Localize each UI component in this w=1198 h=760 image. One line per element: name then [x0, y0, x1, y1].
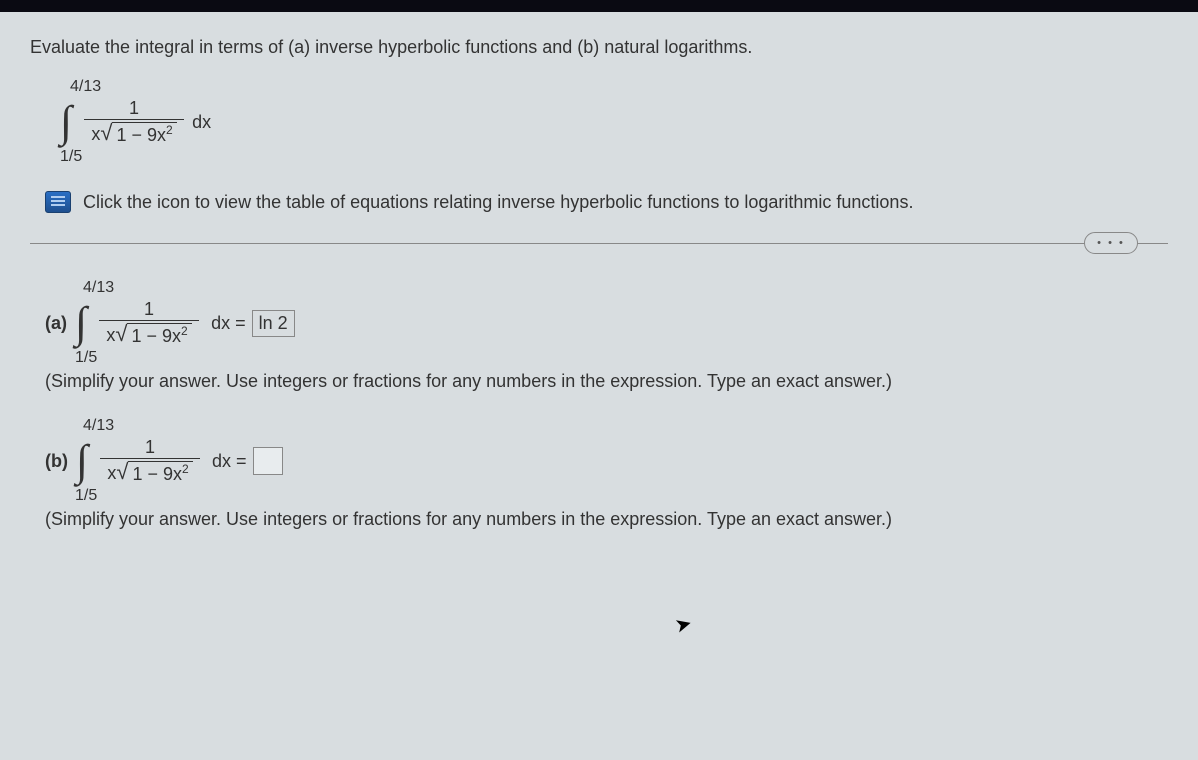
integrand-fraction: 1 x √ 1 − 9x2 [84, 98, 184, 146]
section-divider: • • • [30, 243, 1168, 244]
part-b-fraction: 1 x √ 1 − 9x2 [100, 437, 200, 485]
main-integral: 4/13 ∫ 1 x √ 1 − 9x2 dx 1 [60, 78, 1168, 166]
part-b-integral-sign: ∫ [76, 439, 88, 483]
integral-sign: ∫ [60, 100, 72, 144]
part-a-block: 4/13 (a) ∫ 1 x √ 1 − 9x2 dx = ln 2 [45, 279, 1168, 367]
numerator: 1 [125, 98, 143, 119]
lower-limit: 1/5 [60, 148, 1168, 166]
question-prompt: Evaluate the integral in terms of (a) in… [30, 37, 1168, 58]
more-button[interactable]: • • • [1084, 232, 1138, 254]
part-a-equals: dx = [211, 313, 246, 334]
table-link[interactable]: Click the icon to view the table of equa… [45, 191, 1168, 213]
part-b-label: (b) [45, 451, 68, 472]
part-b-answer-box[interactable] [253, 447, 283, 475]
part-a-upper-limit: 4/13 [83, 279, 1168, 297]
part-b-upper-limit: 4/13 [83, 417, 1168, 435]
table-link-text: Click the icon to view the table of equa… [83, 192, 913, 213]
part-a-fraction: 1 x √ 1 − 9x2 [99, 299, 199, 347]
part-a-instruction: (Simplify your answer. Use integers or f… [45, 371, 1168, 392]
part-a-lower-limit: 1/5 [75, 349, 1168, 367]
part-b-equals: dx = [212, 451, 247, 472]
book-icon[interactable] [45, 191, 71, 213]
sqrt-symbol: √ [100, 122, 112, 144]
sqrt-wrap: √ 1 − 9x2 [100, 122, 176, 146]
part-a-integral-sign: ∫ [75, 301, 87, 345]
denom-x: x [91, 124, 100, 145]
denominator: x √ 1 − 9x2 [87, 120, 180, 146]
window-top-bar [0, 0, 1198, 12]
upper-limit: 4/13 [70, 78, 1168, 96]
part-b-block: 4/13 (b) ∫ 1 x √ 1 − 9x2 dx = [45, 417, 1168, 505]
part-a-label: (a) [45, 313, 67, 334]
dx: dx [192, 112, 211, 133]
question-container: Evaluate the integral in terms of (a) in… [0, 12, 1198, 760]
part-b-lower-limit: 1/5 [75, 487, 1168, 505]
sqrt-content: 1 − 9x2 [112, 122, 176, 146]
part-a-answer-box[interactable]: ln 2 [252, 310, 295, 337]
part-b-instruction: (Simplify your answer. Use integers or f… [45, 509, 1168, 530]
cursor-icon: ➤ [672, 610, 695, 638]
